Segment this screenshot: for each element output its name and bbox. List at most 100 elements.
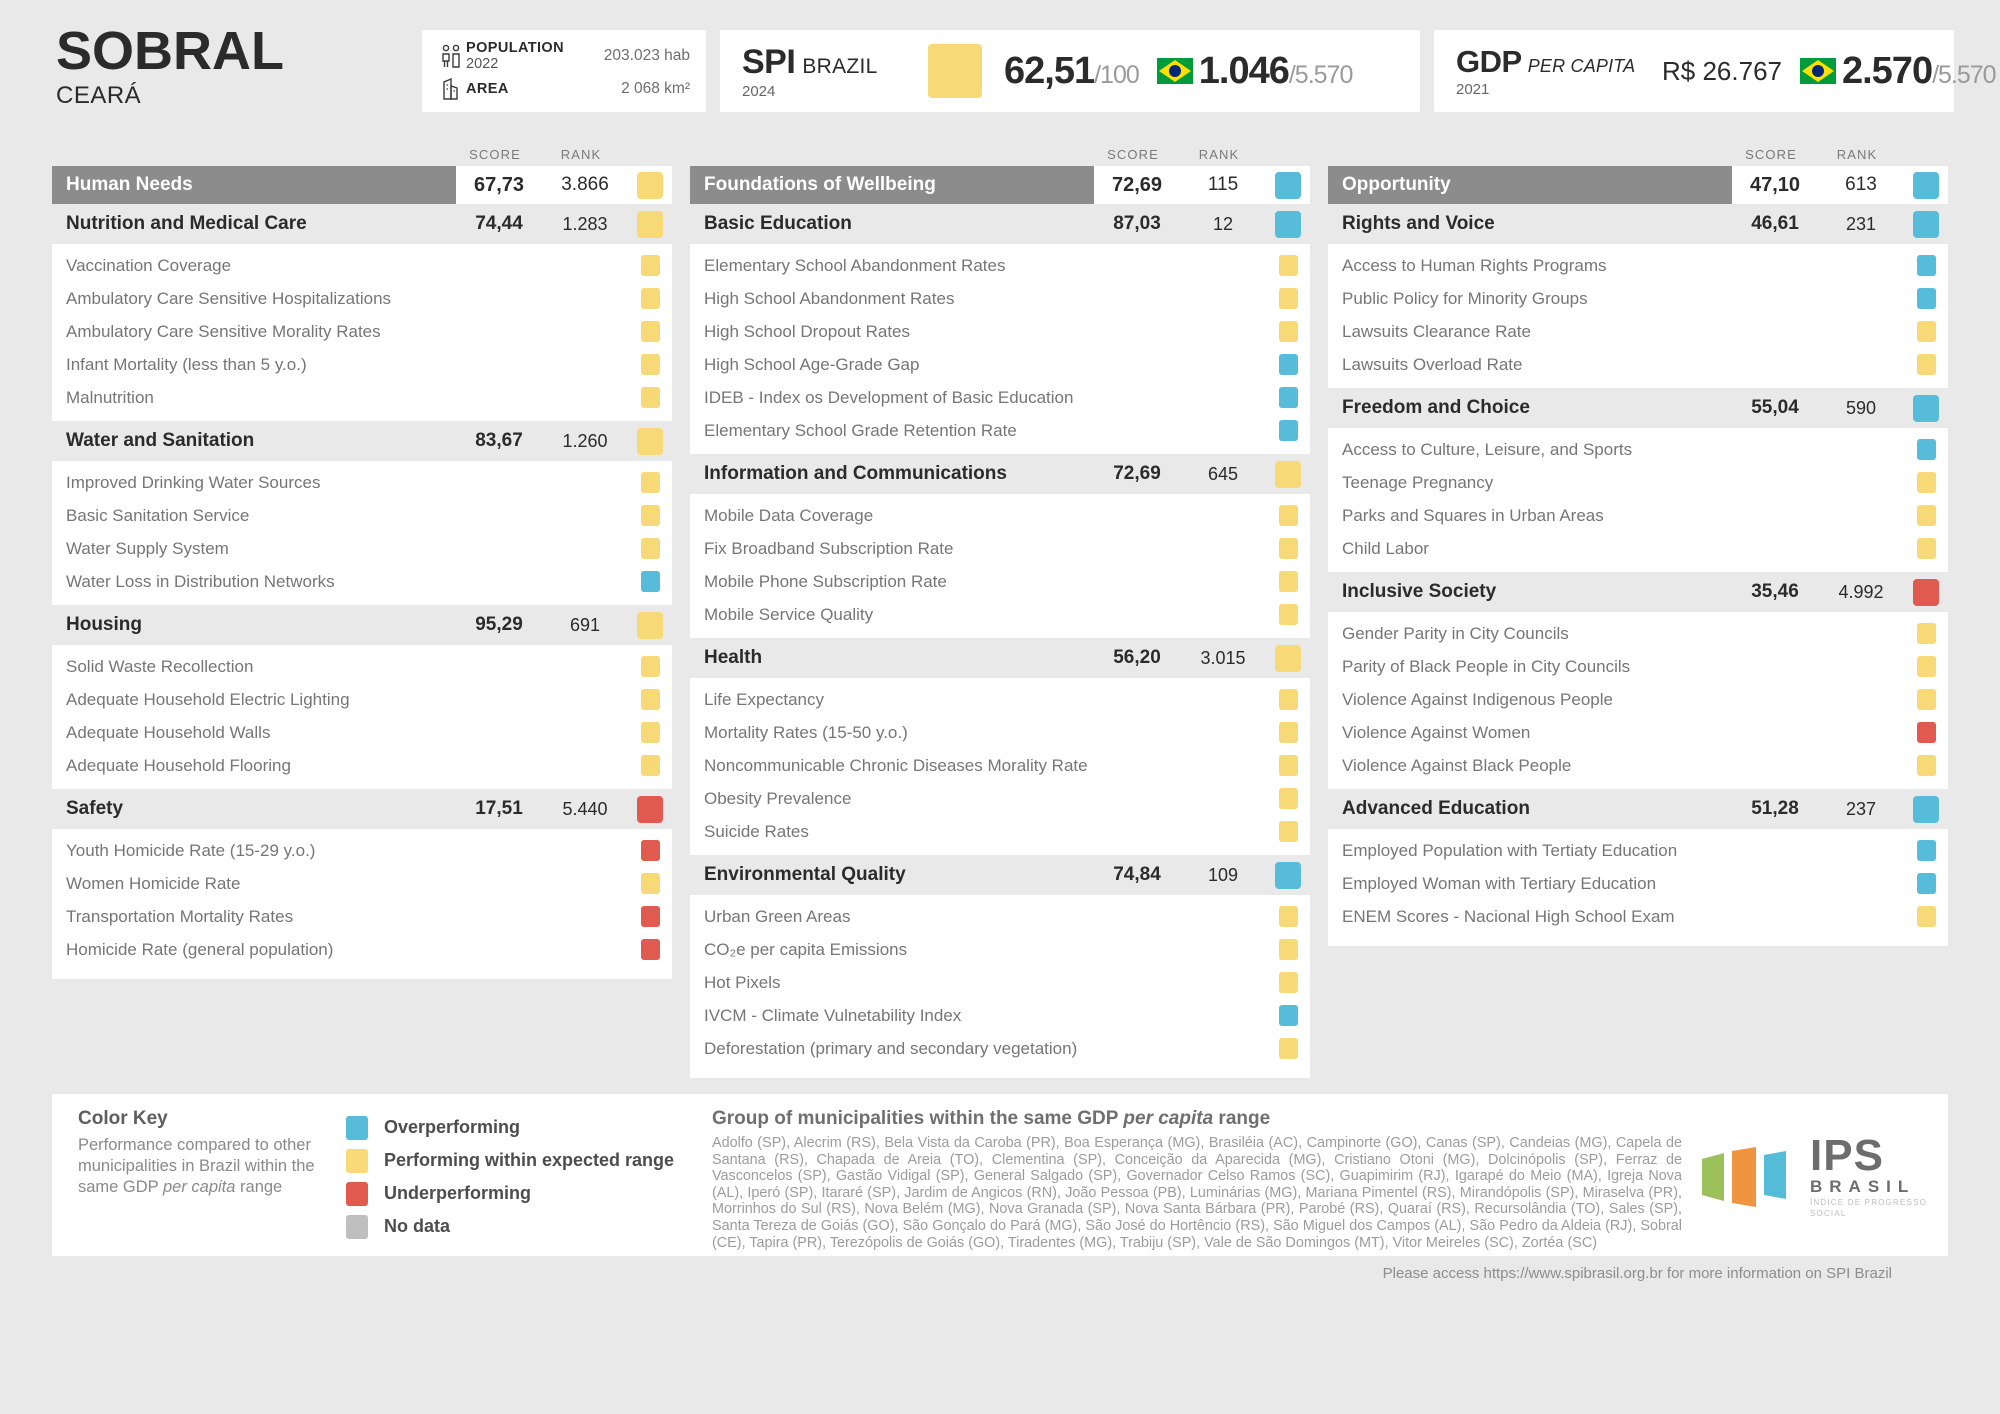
- indicator-row[interactable]: Suicide Rates: [690, 815, 1310, 848]
- municipalities-block: Group of municipalities within the same …: [706, 1108, 1698, 1251]
- indicator-row[interactable]: Mobile Data Coverage: [690, 499, 1310, 532]
- dimension-row[interactable]: Human Needs 67,73 3.866: [52, 166, 672, 204]
- column-header: SCORE RANK: [690, 138, 1310, 162]
- status-badge: [640, 255, 660, 276]
- indicator-row[interactable]: Malnutrition: [52, 381, 672, 414]
- municipalities-list: Adolfo (SP), Alecrim (RS), Bela Vista da…: [712, 1135, 1682, 1251]
- component-row[interactable]: Rights and Voice 46,61 231: [1328, 204, 1948, 244]
- indicator-name: High School Age-Grade Gap: [704, 354, 920, 374]
- component-row[interactable]: Environmental Quality 74,84 109: [690, 855, 1310, 895]
- component-row[interactable]: Basic Education 87,03 12: [690, 204, 1310, 244]
- indicator-row[interactable]: Violence Against Black People: [1328, 749, 1948, 782]
- indicator-row[interactable]: IVCM - Climate Vulnetability Index: [690, 999, 1310, 1032]
- component-row[interactable]: Inclusive Society 35,46 4.992: [1328, 572, 1948, 612]
- component-row[interactable]: Advanced Education 51,28 237: [1328, 789, 1948, 829]
- indicator-row[interactable]: High School Age-Grade Gap: [690, 348, 1310, 381]
- dimension-row[interactable]: Foundations of Wellbeing 72,69 115: [690, 166, 1310, 204]
- indicator-row[interactable]: Water Supply System: [52, 532, 672, 565]
- indicator-row[interactable]: Basic Sanitation Service: [52, 499, 672, 532]
- component-score: 74,44: [475, 213, 523, 234]
- indicator-row[interactable]: Life Expectancy: [690, 683, 1310, 716]
- area-labels: AREA: [466, 81, 613, 96]
- indicator-row[interactable]: Employed Population with Tertiaty Educat…: [1328, 834, 1948, 867]
- indicator-row[interactable]: Adequate Household Flooring: [52, 749, 672, 782]
- indicator-row[interactable]: Water Loss in Distribution Networks: [52, 565, 672, 598]
- indicator-row[interactable]: ENEM Scores - Nacional High School Exam: [1328, 900, 1948, 933]
- indicator-row[interactable]: Access to Human Rights Programs: [1328, 249, 1948, 282]
- indicator-row[interactable]: Fix Broadband Subscription Rate: [690, 532, 1310, 565]
- indicator-row[interactable]: High School Abandonment Rates: [690, 282, 1310, 315]
- indicator-status-cell: [1904, 722, 1948, 743]
- indicator-row[interactable]: Public Policy for Minority Groups: [1328, 282, 1948, 315]
- component-score: 83,67: [475, 430, 523, 451]
- component-rank: 231: [1845, 213, 1877, 234]
- indicator-row[interactable]: Deforestation (primary and secondary veg…: [690, 1032, 1310, 1065]
- indicator-status-cell: [1266, 538, 1310, 559]
- indicator-row[interactable]: Hot Pixels: [690, 966, 1310, 999]
- spi-rank-denominator: /5.570: [1288, 60, 1354, 89]
- component-name: Basic Education: [704, 213, 852, 234]
- status-badge: [1913, 578, 1939, 606]
- indicator-row[interactable]: Elementary School Abandonment Rates: [690, 249, 1310, 282]
- indicator-name: Deforestation (primary and secondary veg…: [704, 1038, 1078, 1058]
- status-badge: [1916, 689, 1936, 710]
- component-row[interactable]: Safety 17,51 5.440: [52, 789, 672, 829]
- indicator-name: Transportation Mortality Rates: [66, 906, 294, 926]
- indicator-status-cell: [1266, 387, 1310, 408]
- indicator-row[interactable]: Child Labor: [1328, 532, 1948, 565]
- indicator-row[interactable]: Adequate Household Electric Lighting: [52, 683, 672, 716]
- component-status-cell: [1266, 210, 1310, 238]
- legend: Overperforming Performing within expected…: [346, 1108, 706, 1246]
- indicator-group: Youth Homicide Rate (15-29 y.o.) Women Ho…: [52, 829, 672, 973]
- indicator-row[interactable]: Ambulatory Care Sensitive Hospitalizatio…: [52, 282, 672, 315]
- indicator-row[interactable]: Elementary School Grade Retention Rate: [690, 414, 1310, 447]
- indicator-row[interactable]: Women Homicide Rate: [52, 867, 672, 900]
- indicator-row[interactable]: Vaccination Coverage: [52, 249, 672, 282]
- indicator-status-cell: [1266, 1038, 1310, 1059]
- indicator-row[interactable]: Mobile Service Quality: [690, 598, 1310, 631]
- indicator-row[interactable]: Lawsuits Overload Rate: [1328, 348, 1948, 381]
- indicator-row[interactable]: Access to Culture, Leisure, and Sports: [1328, 433, 1948, 466]
- indicator-row[interactable]: Noncommunicable Chronic Diseases Moralit…: [690, 749, 1310, 782]
- indicator-row[interactable]: Homicide Rate (general population): [52, 933, 672, 966]
- indicator-row[interactable]: Lawsuits Clearance Rate: [1328, 315, 1948, 348]
- indicator-row[interactable]: IDEB - Index os Development of Basic Edu…: [690, 381, 1310, 414]
- indicator-row[interactable]: Parks and Squares in Urban Areas: [1328, 499, 1948, 532]
- indicator-status-cell: [628, 722, 672, 743]
- component-name: Information and Communications: [704, 463, 1007, 484]
- gdp-card: GDP PER CAPITA 2021 R$ 26.767 2.570/5.57…: [1434, 30, 1997, 112]
- gdp-rank: 2.570/5.570: [1842, 50, 1997, 93]
- status-badge: [1278, 604, 1298, 625]
- component-row[interactable]: Housing 95,29 691: [52, 605, 672, 645]
- indicator-row[interactable]: Urban Green Areas: [690, 900, 1310, 933]
- component-row[interactable]: Freedom and Choice 55,04 590: [1328, 388, 1948, 428]
- indicator-row[interactable]: Solid Waste Recollection: [52, 650, 672, 683]
- component-row[interactable]: Health 56,20 3.015: [690, 638, 1310, 678]
- indicator-row[interactable]: Violence Against Indigenous People: [1328, 683, 1948, 716]
- indicator-row[interactable]: Mobile Phone Subscription Rate: [690, 565, 1310, 598]
- status-badge: [1916, 623, 1936, 644]
- status-badge: [640, 689, 660, 710]
- indicator-row[interactable]: Gender Parity in City Councils: [1328, 617, 1948, 650]
- indicator-row[interactable]: Adequate Household Walls: [52, 716, 672, 749]
- indicator-row[interactable]: Teenage Pregnancy: [1328, 466, 1948, 499]
- dimension-rank: 613: [1845, 174, 1877, 195]
- dimension-rank: 3.866: [561, 174, 609, 195]
- indicator-row[interactable]: Obesity Prevalence: [690, 782, 1310, 815]
- indicator-row[interactable]: CO₂e per capita Emissions: [690, 933, 1310, 966]
- indicator-row[interactable]: Youth Homicide Rate (15-29 y.o.): [52, 834, 672, 867]
- indicator-name: Employed Woman with Tertiary Education: [1342, 873, 1657, 893]
- component-row[interactable]: Water and Sanitation 83,67 1.260: [52, 421, 672, 461]
- indicator-row[interactable]: Mortality Rates (15-50 y.o.): [690, 716, 1310, 749]
- dimension-row[interactable]: Opportunity 47,10 613: [1328, 166, 1948, 204]
- indicator-row[interactable]: High School Dropout Rates: [690, 315, 1310, 348]
- indicator-row[interactable]: Parity of Black People in City Councils: [1328, 650, 1948, 683]
- indicator-row[interactable]: Violence Against Women: [1328, 716, 1948, 749]
- indicator-row[interactable]: Ambulatory Care Sensitive Morality Rates: [52, 315, 672, 348]
- component-row[interactable]: Nutrition and Medical Care 74,44 1.283: [52, 204, 672, 244]
- indicator-row[interactable]: Employed Woman with Tertiary Education: [1328, 867, 1948, 900]
- indicator-row[interactable]: Infant Mortality (less than 5 y.o.): [52, 348, 672, 381]
- indicator-row[interactable]: Transportation Mortality Rates: [52, 900, 672, 933]
- component-row[interactable]: Information and Communications 72,69 645: [690, 454, 1310, 494]
- indicator-row[interactable]: Improved Drinking Water Sources: [52, 466, 672, 499]
